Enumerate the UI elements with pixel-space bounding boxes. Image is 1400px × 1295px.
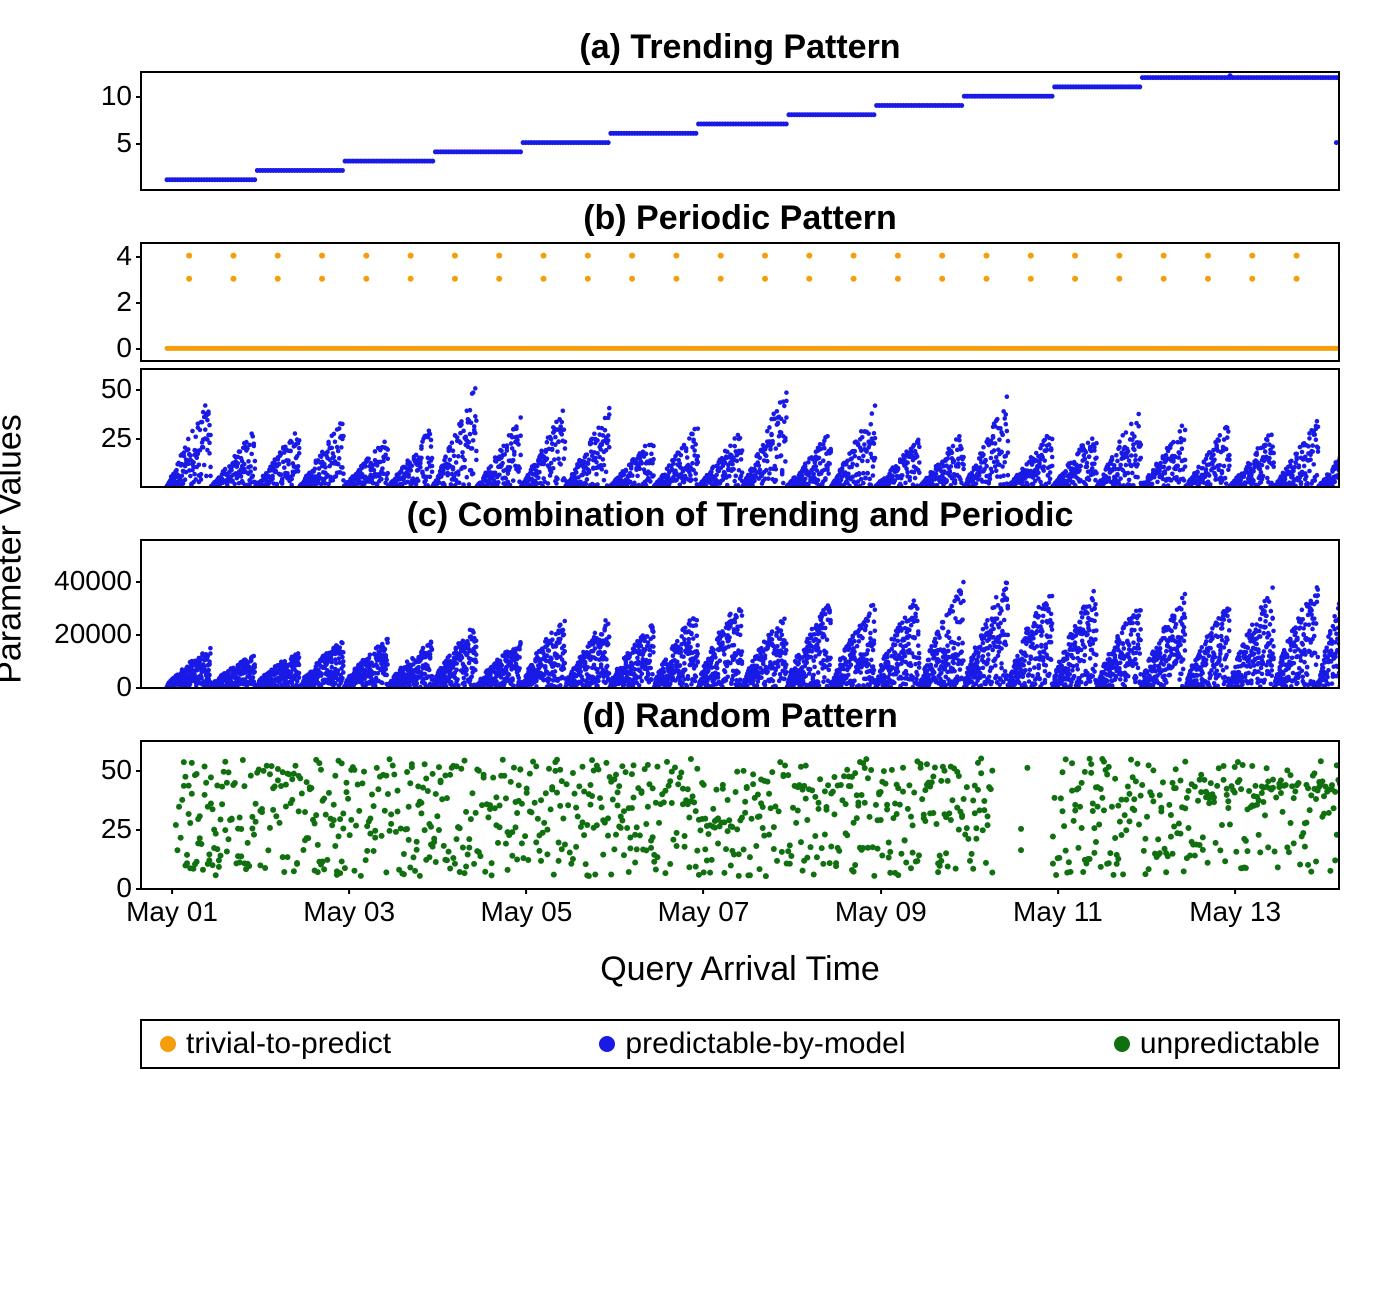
panel-c-yticks: 02000040000 — [32, 541, 132, 687]
panel-b1: 024 — [140, 242, 1340, 362]
figure: Parameter Values (a) Trending Pattern 51… — [20, 28, 1380, 1069]
panel-b2-plot — [142, 370, 1338, 486]
panel-a: 510 — [140, 71, 1340, 191]
legend-label: predictable-by-model — [625, 1027, 905, 1061]
legend-item-predictable: predictable-by-model — [599, 1027, 905, 1061]
panel-a-yticks: 510 — [32, 73, 132, 189]
panel-stack: (a) Trending Pattern 510 (b) Periodic Pa… — [140, 28, 1340, 989]
panel-c: 02000040000 — [140, 539, 1340, 689]
panel-a-title: (a) Trending Pattern — [140, 28, 1340, 67]
panel-b1-plot — [142, 244, 1338, 360]
panel-b2-yticks: 2550 — [32, 370, 132, 486]
panel-c-plot — [142, 541, 1338, 687]
x-axis-label: Query Arrival Time — [140, 950, 1340, 989]
y-axis-label: Parameter Values — [0, 414, 30, 684]
panel-b-title: (b) Periodic Pattern — [140, 199, 1340, 238]
panel-d-plot — [142, 742, 1338, 888]
panel-c-title: (c) Combination of Trending and Periodic — [140, 496, 1340, 535]
legend: trivial-to-predict predictable-by-model … — [140, 1019, 1340, 1069]
panel-b1-yticks: 024 — [32, 244, 132, 360]
dot-icon — [1114, 1036, 1130, 1052]
legend-item-trivial: trivial-to-predict — [160, 1027, 391, 1061]
dot-icon — [599, 1036, 615, 1052]
panel-d-title: (d) Random Pattern — [140, 697, 1340, 736]
legend-label: unpredictable — [1140, 1027, 1320, 1061]
panel-d: 02550 May 01May 03May 05May 07May 09May … — [140, 740, 1340, 890]
legend-item-unpredictable: unpredictable — [1114, 1027, 1320, 1061]
dot-icon — [160, 1036, 176, 1052]
panel-b2: 2550 — [140, 368, 1340, 488]
panel-d-yticks: 02550 — [32, 742, 132, 888]
panel-a-plot — [142, 73, 1338, 189]
legend-label: trivial-to-predict — [186, 1027, 391, 1061]
